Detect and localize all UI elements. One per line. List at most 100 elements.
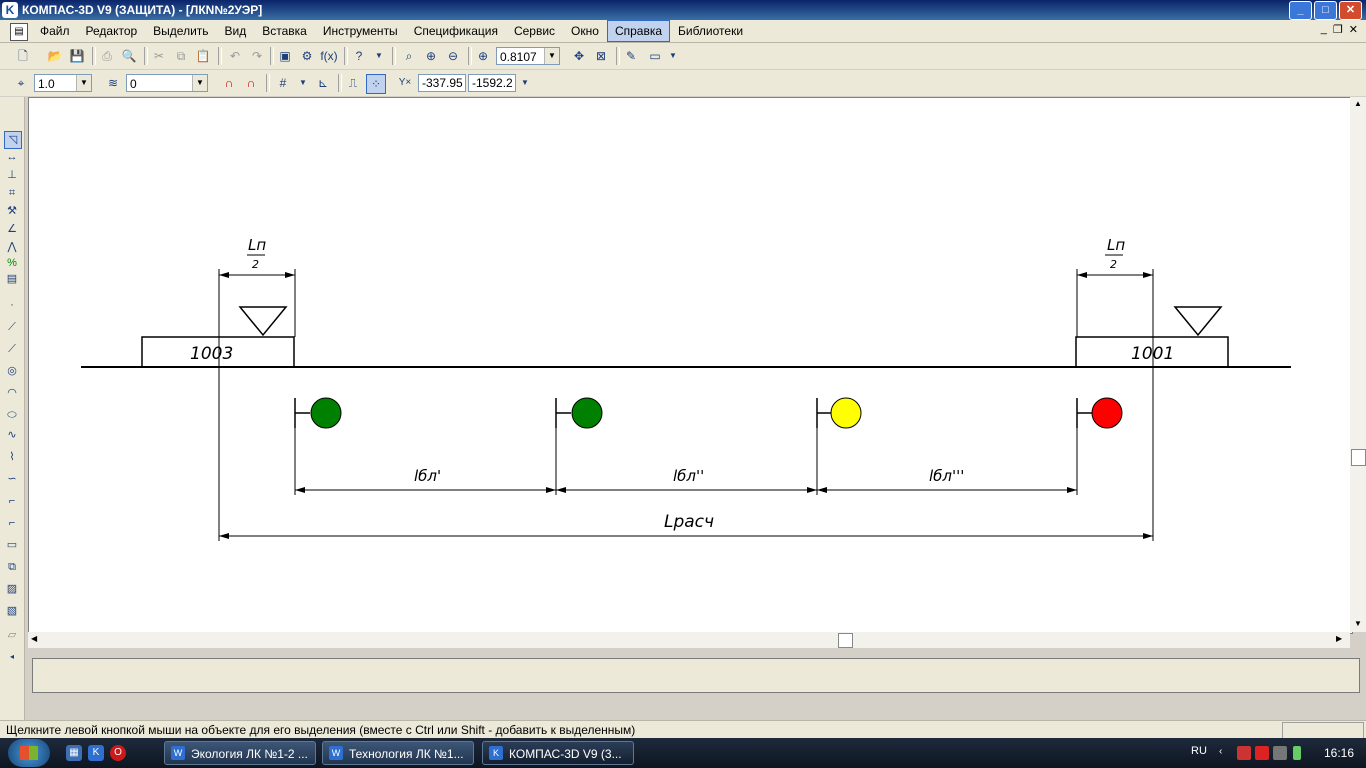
chamfer-icon[interactable]: ⌐: [4, 515, 20, 531]
bezier-icon[interactable]: ∽: [4, 471, 20, 487]
tray-security-icon[interactable]: [1255, 746, 1269, 760]
task-button-technology[interactable]: W Технология ЛК №1...: [322, 741, 474, 765]
clock[interactable]: 16:16: [1324, 746, 1354, 760]
language-indicator[interactable]: RU: [1191, 745, 1207, 757]
chevron-down-icon[interactable]: ▼: [544, 48, 559, 64]
print-icon[interactable]: ⎙: [98, 47, 116, 65]
chevron-down-icon[interactable]: ▼: [664, 47, 682, 65]
fill-icon[interactable]: ▧: [4, 603, 20, 619]
menu-tools[interactable]: Инструменты: [315, 20, 406, 42]
zoom-in-icon[interactable]: ⊕: [422, 47, 440, 65]
ortho-mode-icon[interactable]: ⎍: [344, 74, 362, 92]
coord-y-field[interactable]: -1592.2: [468, 74, 516, 92]
chevron-left-icon[interactable]: ◂: [4, 649, 20, 665]
round-coords-icon[interactable]: ⁘: [366, 74, 386, 94]
select-icon[interactable]: ⋀: [4, 239, 20, 255]
doc-minimize-button[interactable]: _: [1321, 23, 1327, 36]
zoom-combobox[interactable]: 0.8107 ▼: [496, 47, 560, 65]
drawing-canvas[interactable]: 1003 1001 Lп 2 Lп 2 lбл' lбл'' lбл''' Lр…: [28, 97, 1353, 634]
magnet-snap-icon[interactable]: ∩: [220, 74, 238, 92]
coord-x-field[interactable]: -337.95: [418, 74, 466, 92]
menu-help[interactable]: Справка: [606, 20, 671, 42]
more-tools-icon[interactable]: ▱: [4, 627, 20, 643]
tray-expand-icon[interactable]: ‹: [1219, 746, 1233, 760]
manager-icon[interactable]: ▣: [276, 47, 294, 65]
contour-icon[interactable]: ⧉: [4, 559, 20, 575]
display-mode-icon[interactable]: ▭: [646, 47, 664, 65]
variables-fx-icon[interactable]: f(x): [320, 47, 338, 65]
scroll-down-arrow-icon[interactable]: ▼: [1354, 619, 1362, 628]
undo-icon[interactable]: ↶: [226, 47, 244, 65]
redraw-icon[interactable]: ✎: [622, 47, 640, 65]
document-icon[interactable]: ▤: [10, 23, 28, 41]
chevron-down-icon[interactable]: ▼: [370, 47, 388, 65]
help-pointer-icon[interactable]: ?: [350, 47, 368, 65]
doc-close-button[interactable]: ✕: [1349, 23, 1358, 36]
auxiliary-line-icon[interactable]: ⟋: [4, 319, 20, 335]
redo-icon[interactable]: ↷: [248, 47, 266, 65]
quicklaunch-opera-icon[interactable]: O: [110, 745, 126, 761]
menu-view[interactable]: Вид: [217, 20, 255, 42]
chevron-down-icon[interactable]: ▼: [76, 75, 91, 91]
rectangle-icon[interactable]: ▭: [4, 537, 20, 553]
notation-icon[interactable]: ⊥: [4, 167, 20, 183]
close-button[interactable]: ✕: [1339, 1, 1362, 20]
scroll-right-arrow-icon[interactable]: ▶: [1336, 634, 1342, 643]
fillet-icon[interactable]: ⌐: [4, 493, 20, 509]
menu-specification[interactable]: Спецификация: [406, 20, 506, 42]
zoom-scale-icon[interactable]: ⊕: [474, 47, 492, 65]
copy-icon[interactable]: ⧉: [172, 47, 190, 65]
task-button-kompas[interactable]: K КОМПАС-3D V9 (3...: [482, 741, 634, 765]
quicklaunch-files-icon[interactable]: ▦: [66, 745, 82, 761]
local-cs-icon[interactable]: ⊾: [314, 74, 332, 92]
task-button-ecology[interactable]: W Экология ЛК №1-2 ...: [164, 741, 316, 765]
scroll-left-arrow-icon[interactable]: ◀: [31, 634, 37, 643]
cut-icon[interactable]: ✂: [150, 47, 168, 65]
grid-icon[interactable]: #: [274, 74, 292, 92]
point-icon[interactable]: ·: [4, 297, 20, 313]
tray-network-icon[interactable]: [1273, 746, 1287, 760]
chevron-down-icon[interactable]: ▼: [516, 74, 534, 92]
circle-icon[interactable]: ◎: [4, 363, 20, 379]
kompas-app-icon[interactable]: K: [2, 2, 18, 18]
horizontal-scrollbar[interactable]: ◀ ▶: [28, 632, 1350, 648]
local-snap-icon[interactable]: ∩: [242, 74, 260, 92]
menu-file[interactable]: Файл: [32, 20, 78, 42]
properties-icon[interactable]: ⚙: [298, 47, 316, 65]
measure-icon[interactable]: ∠: [4, 221, 20, 237]
menu-insert[interactable]: Вставка: [254, 20, 315, 42]
vertical-scroll-thumb[interactable]: [1351, 449, 1366, 466]
menu-libraries[interactable]: Библиотеки: [670, 20, 751, 42]
chevron-down-icon[interactable]: ▼: [192, 75, 207, 91]
layers-icon[interactable]: ≋: [104, 74, 122, 92]
dimensions-icon[interactable]: ↔: [4, 149, 20, 165]
menu-service[interactable]: Сервис: [506, 20, 563, 42]
nurbs-icon[interactable]: ∿: [4, 427, 20, 443]
reports-icon[interactable]: ▤: [4, 271, 20, 287]
pan-icon[interactable]: ✥: [570, 47, 588, 65]
show-all-icon[interactable]: ⊠: [592, 47, 610, 65]
new-document-icon[interactable]: 🗋: [14, 47, 32, 65]
menu-edit[interactable]: Редактор: [78, 20, 146, 42]
open-folder-icon[interactable]: 📂: [46, 47, 64, 65]
ellipse-icon[interactable]: ⬭: [4, 407, 20, 423]
menu-window[interactable]: Окно: [563, 20, 607, 42]
battery-icon[interactable]: [1293, 746, 1301, 760]
hatch-icon[interactable]: ▨: [4, 581, 20, 597]
zoom-out-icon[interactable]: ⊖: [444, 47, 462, 65]
save-icon[interactable]: 💾: [68, 47, 86, 65]
zoom-window-icon[interactable]: ⌕: [400, 47, 418, 65]
parametrization-icon[interactable]: ⚒: [4, 203, 20, 219]
polyline-icon[interactable]: ⌇: [4, 449, 20, 465]
segment-icon[interactable]: ⟋: [4, 341, 20, 357]
arc-icon[interactable]: ◠: [4, 385, 20, 401]
doc-restore-button[interactable]: ❐: [1333, 23, 1343, 36]
quicklaunch-kompas-icon[interactable]: K: [88, 745, 104, 761]
minimize-button[interactable]: _: [1289, 1, 1312, 20]
edit-icon[interactable]: ⌗: [4, 185, 20, 201]
chevron-down-icon[interactable]: ▼: [294, 74, 312, 92]
tray-antivirus-icon[interactable]: [1237, 746, 1251, 760]
spec-icon[interactable]: %: [4, 255, 20, 271]
horizontal-scroll-thumb[interactable]: [838, 633, 853, 648]
geometry-icon[interactable]: ◹: [4, 131, 22, 149]
